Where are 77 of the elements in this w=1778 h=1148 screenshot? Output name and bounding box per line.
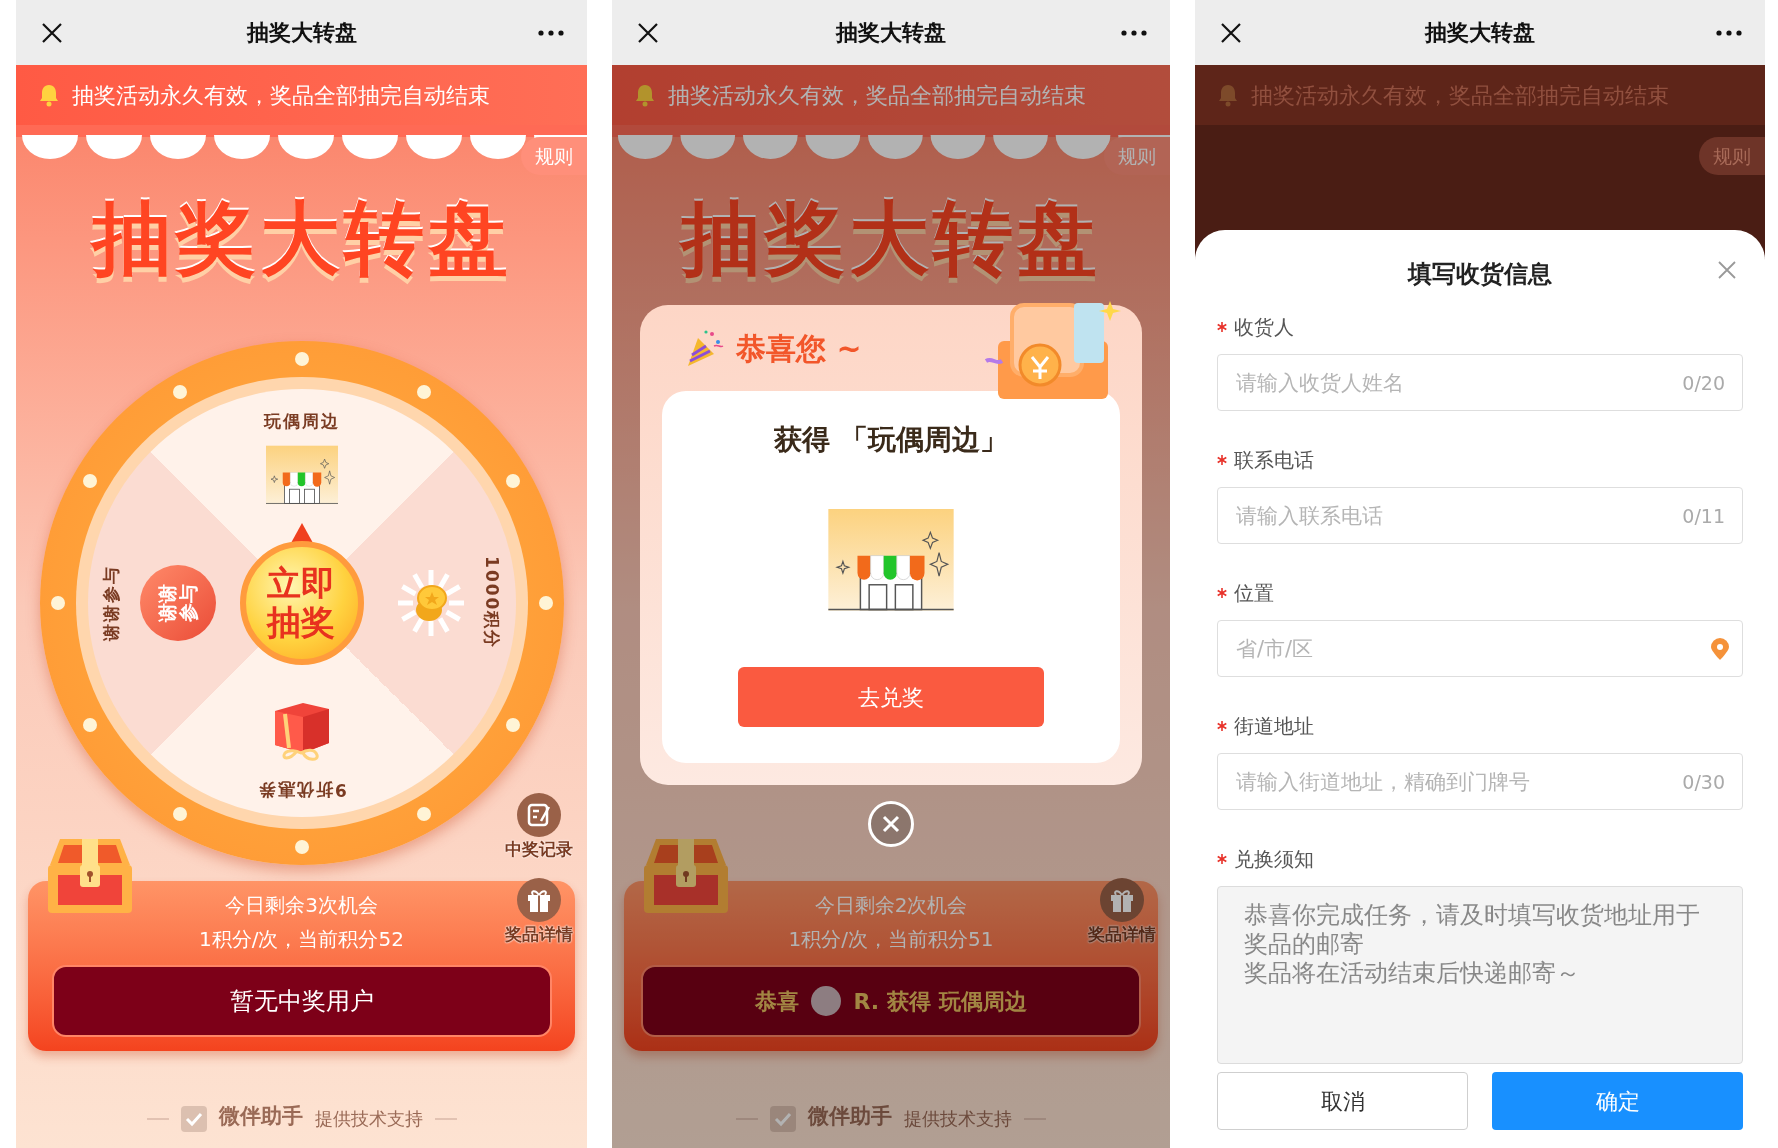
field-label: 兑换须知 bbox=[1234, 846, 1314, 873]
points-text: 1积分/次，当前积分51 bbox=[788, 926, 994, 953]
char-counter: 0/11 bbox=[1682, 503, 1725, 529]
brand-name: 微伴助手 bbox=[808, 1102, 892, 1130]
rim-light bbox=[172, 384, 187, 399]
close-icon bbox=[637, 21, 659, 44]
rim-light bbox=[538, 596, 553, 610]
support-text: 提供技术支持 bbox=[904, 1107, 1012, 1131]
banner-title: 抽奖大转盘 bbox=[681, 199, 1101, 279]
rules-tab[interactable]: 规则 bbox=[1699, 137, 1765, 175]
support-text: 提供技术支持 bbox=[314, 1107, 423, 1131]
page-title: 抽奖大转盘 bbox=[836, 19, 946, 47]
rim-light bbox=[505, 718, 520, 732]
banner-title: 抽奖大转盘 bbox=[91, 199, 512, 279]
bell-icon bbox=[634, 83, 656, 107]
check-logo-icon bbox=[180, 1106, 207, 1132]
rim-light bbox=[83, 474, 98, 488]
congrats-heading: 恭喜您 ~ bbox=[736, 329, 862, 368]
close-icon bbox=[41, 21, 63, 44]
edit-icon bbox=[517, 793, 561, 837]
rim-light bbox=[505, 474, 520, 488]
winner-prefix: 恭喜 bbox=[755, 987, 800, 1016]
rim-light bbox=[294, 840, 309, 854]
winner-text: R. 获得 玩偶周边 bbox=[853, 987, 1027, 1016]
rules-tab[interactable]: 规则 bbox=[1104, 137, 1170, 175]
field-label: 街道地址 bbox=[1234, 713, 1314, 740]
prize-label: 1000积分 bbox=[481, 556, 504, 650]
prize-label: 9折优惠券 bbox=[256, 778, 347, 801]
rim-light bbox=[50, 596, 65, 610]
location-pin-icon bbox=[1711, 637, 1729, 660]
prize-title: 获得 「玩偶周边」 bbox=[774, 422, 1008, 458]
input-field[interactable]: 省/市/区 bbox=[1217, 620, 1743, 677]
spin-button[interactable]: 立即抽奖 bbox=[239, 541, 364, 665]
field-label: 收货人 bbox=[1234, 314, 1294, 341]
notice-text: 抽奖活动永久有效，奖品全部抽完自动结束 bbox=[668, 81, 1086, 110]
rim-light bbox=[83, 718, 98, 732]
more-icon bbox=[1121, 29, 1147, 36]
redeem-button[interactable]: 去兑奖 bbox=[738, 667, 1044, 727]
more-icon bbox=[1716, 29, 1742, 36]
gift-icon bbox=[1100, 878, 1144, 922]
prize-details-button[interactable]: 奖品详情 bbox=[1088, 878, 1156, 948]
close-icon bbox=[1220, 21, 1242, 44]
thanks-badge: 谢谢参与 bbox=[139, 565, 216, 641]
cancel-button[interactable]: 取消 bbox=[1217, 1072, 1468, 1130]
avatar bbox=[811, 986, 842, 1016]
page-title: 抽奖大转盘 bbox=[1425, 19, 1535, 47]
chances-text: 今日剩余3次机会 bbox=[225, 892, 378, 919]
rim-light bbox=[416, 807, 431, 822]
close-icon bbox=[882, 815, 900, 833]
page-title: 抽奖大转盘 bbox=[246, 19, 357, 47]
coins-icon bbox=[395, 568, 466, 638]
rules-tab[interactable]: 规则 bbox=[521, 137, 587, 175]
char-counter: 0/20 bbox=[1682, 370, 1725, 396]
rim-light bbox=[294, 352, 309, 366]
records-button[interactable]: 中奖记录 bbox=[505, 793, 573, 863]
brand-name: 微伴助手 bbox=[218, 1102, 303, 1130]
points-text: 1积分/次，当前积分52 bbox=[199, 926, 404, 953]
rim-light bbox=[172, 807, 187, 822]
rim-light bbox=[416, 384, 431, 399]
more-icon bbox=[538, 29, 564, 36]
bell-icon bbox=[38, 83, 60, 107]
field-label: 联系电话 bbox=[1234, 447, 1314, 474]
prize-label: 玩偶周边 bbox=[263, 410, 340, 433]
notice-textarea: 恭喜你完成任务，请及时填写收货地址用于奖品的邮寄 奖品将在活动结束后快递邮寄～ bbox=[1217, 886, 1743, 1064]
char-counter: 0/30 bbox=[1682, 769, 1725, 795]
winner-text: 暂无中奖用户 bbox=[229, 986, 374, 1017]
sheet-title: 填写收货信息 bbox=[1408, 259, 1552, 290]
field-label: 位置 bbox=[1234, 580, 1274, 607]
check-logo-icon bbox=[770, 1106, 796, 1132]
notice-text: 抽奖活动永久有效，奖品全部抽完自动结束 bbox=[72, 81, 490, 110]
chances-text: 今日剩余2次机会 bbox=[814, 892, 968, 919]
bell-icon bbox=[1217, 83, 1239, 107]
confirm-button[interactable]: 确定 bbox=[1492, 1072, 1743, 1130]
gift-icon bbox=[517, 878, 561, 922]
prize-label: 谢谢参与 bbox=[99, 565, 122, 641]
close-icon bbox=[1717, 260, 1737, 280]
prize-details-button[interactable]: 奖品详情 bbox=[505, 878, 573, 948]
